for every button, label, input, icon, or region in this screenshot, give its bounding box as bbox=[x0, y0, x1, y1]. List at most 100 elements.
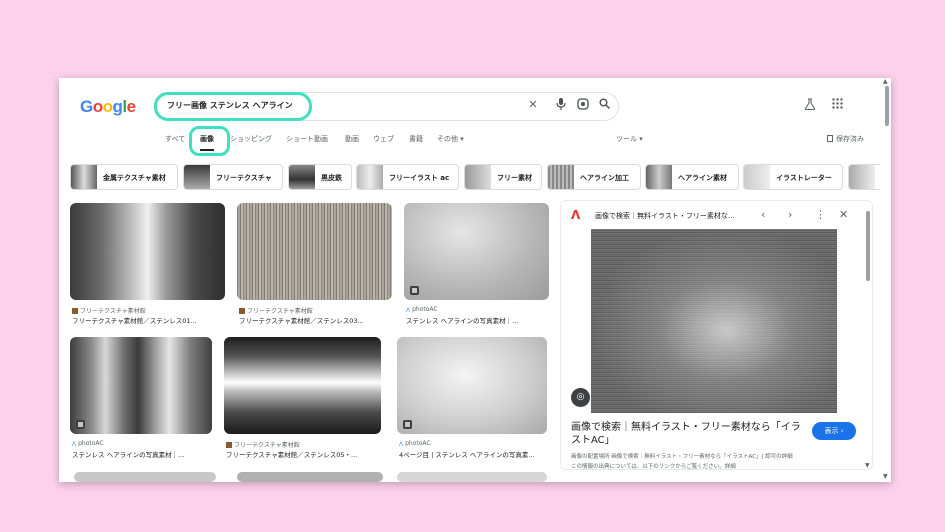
show-button[interactable]: 表示 › bbox=[812, 422, 856, 440]
image-badge-icon bbox=[410, 286, 419, 295]
google-logo[interactable]: Google bbox=[80, 97, 136, 117]
tab-books[interactable]: 書籍 bbox=[409, 134, 423, 144]
tab-all[interactable]: すべて bbox=[165, 134, 185, 144]
result-source[interactable]: フリーテクスチャ素材館 bbox=[72, 306, 146, 315]
close-icon[interactable]: ✕ bbox=[839, 208, 848, 221]
browser-window: Google フリー画像 ステンレス ヘアライン ✕ すべて 画像 ショッピング… bbox=[59, 78, 891, 482]
tab-shopping[interactable]: ショッピング bbox=[230, 134, 272, 144]
chip-label: 黒皮鉄 bbox=[321, 174, 342, 182]
image-preview-panel: Λ 画像で検索｜無料イラスト・フリー素材な... ‹ › ⋮ ✕ ◎ 画像で検索… bbox=[560, 200, 873, 470]
photoac-logo: Λ bbox=[72, 441, 77, 448]
photoac-logo: Λ bbox=[399, 441, 404, 448]
chip[interactable]: フリーテクスチャ bbox=[183, 164, 283, 190]
chip-thumbnail bbox=[184, 165, 210, 189]
image-badge-icon bbox=[76, 420, 85, 429]
chip-label: 金属テクスチャ素材 bbox=[103, 174, 166, 182]
result-thumbnail[interactable] bbox=[70, 337, 212, 434]
chip-label: フリーイラスト ac bbox=[389, 174, 450, 182]
chip[interactable] bbox=[848, 164, 880, 190]
result-source[interactable]: フリーテクスチャ素材館 bbox=[226, 440, 300, 449]
result-source[interactable]: ΛphotoAC bbox=[406, 306, 438, 314]
chip[interactable]: フリー素材 bbox=[464, 164, 542, 190]
chip[interactable]: イラストレーター bbox=[743, 164, 843, 190]
lens-icon[interactable]: ◎ bbox=[571, 388, 590, 407]
scroll-down-icon[interactable]: ▼ bbox=[865, 462, 870, 469]
panel-title[interactable]: 画像で検索｜無料イラスト・フリー素材な... bbox=[595, 211, 735, 221]
panel-heading[interactable]: 画像で検索｜無料イラスト・フリー素材なら「イラストAC」 bbox=[571, 421, 806, 447]
chip-thumbnail bbox=[357, 165, 383, 189]
chip[interactable]: フリーイラスト ac bbox=[356, 164, 459, 190]
result-thumbnail[interactable] bbox=[404, 203, 549, 300]
more-vert-icon[interactable]: ⋮ bbox=[815, 208, 826, 221]
illustac-logo: Λ bbox=[571, 208, 581, 222]
tab-highlight bbox=[189, 126, 230, 156]
photoac-logo: Λ bbox=[406, 307, 411, 314]
apps-grid-icon[interactable] bbox=[832, 98, 843, 112]
result-source[interactable]: ΛphotoAC bbox=[399, 440, 431, 448]
chip-thumbnail bbox=[289, 165, 315, 189]
mic-icon[interactable] bbox=[554, 98, 568, 112]
result-thumbnail[interactable] bbox=[397, 337, 547, 434]
result-source[interactable]: フリーテクスチャ素材館 bbox=[239, 306, 313, 315]
chip-thumbnail bbox=[465, 165, 491, 189]
flask-icon[interactable] bbox=[804, 98, 816, 113]
result-caption[interactable]: ステンレス ヘアラインの写真素材｜... bbox=[406, 315, 551, 325]
result-source-label: photoAC bbox=[412, 306, 438, 313]
result-caption[interactable]: フリーテクスチャ素材館／ステンレス05・... bbox=[226, 449, 383, 459]
close-icon[interactable]: ✕ bbox=[526, 98, 540, 112]
tab-web[interactable]: ウェブ bbox=[373, 134, 394, 144]
result-caption[interactable]: 4ページ目 | ステンレス ヘアラインの写真素... bbox=[399, 449, 549, 459]
scroll-down-icon[interactable]: ▼ bbox=[883, 473, 888, 480]
tools-button[interactable]: ツール ▾ bbox=[616, 134, 643, 144]
panel-scrollbar[interactable] bbox=[866, 211, 870, 281]
result-thumbnail[interactable] bbox=[74, 472, 216, 482]
chip[interactable]: ヘアライン素材 bbox=[645, 164, 739, 190]
chip-label: イラストレーター bbox=[776, 174, 832, 182]
saved-label: 保存済み bbox=[836, 135, 864, 143]
next-icon[interactable]: › bbox=[788, 208, 792, 221]
chip-thumbnail bbox=[646, 165, 672, 189]
result-source-label: フリーテクスチャ素材館 bbox=[80, 308, 146, 315]
panel-header: Λ 画像で検索｜無料イラスト・フリー素材な... ‹ › ⋮ ✕ bbox=[561, 201, 872, 229]
chip[interactable]: 黒皮鉄 bbox=[288, 164, 352, 190]
result-thumbnail[interactable] bbox=[397, 472, 547, 482]
chip-thumbnail bbox=[744, 165, 770, 189]
result-thumbnail[interactable] bbox=[224, 337, 381, 434]
logo-letter: e bbox=[126, 97, 136, 116]
lens-icon[interactable] bbox=[576, 98, 590, 112]
chip-thumbnail bbox=[71, 165, 97, 189]
image-badge-icon bbox=[403, 420, 412, 429]
result-thumbnail[interactable] bbox=[237, 472, 383, 482]
prev-icon[interactable]: ‹ bbox=[761, 208, 765, 221]
result-caption[interactable]: ステンレス ヘアラインの写真素材｜... bbox=[72, 449, 214, 459]
result-source-label: フリーテクスチャ素材館 bbox=[247, 308, 313, 315]
site-favicon bbox=[239, 308, 245, 314]
result-source[interactable]: ΛphotoAC bbox=[72, 440, 104, 448]
search-icon[interactable] bbox=[597, 98, 611, 112]
result-source-label: フリーテクスチャ素材館 bbox=[234, 442, 300, 449]
search-tabs: すべて 画像 ショッピング ショート動画 動画 ウェブ 書籍 その他 ▾ ツール… bbox=[59, 134, 891, 154]
result-thumbnail[interactable] bbox=[237, 203, 392, 300]
saved-button[interactable]: 保存済み bbox=[827, 134, 864, 144]
scroll-up-icon[interactable]: ▲ bbox=[883, 78, 888, 85]
panel-meta: 画像の配置場所 画像で検索｜無料イラスト・フリー素材なら「イラストAC」| 認可… bbox=[571, 454, 793, 460]
tab-short-videos[interactable]: ショート動画 bbox=[286, 134, 328, 144]
result-caption[interactable]: フリーテクスチャ素材館／ステンレス01... bbox=[72, 315, 227, 325]
site-favicon bbox=[226, 442, 232, 448]
logo-letter: g bbox=[112, 97, 123, 116]
result-thumbnail[interactable] bbox=[70, 203, 225, 300]
chip[interactable]: ヘアライン加工 bbox=[547, 164, 641, 190]
result-source-label: photoAC bbox=[78, 440, 104, 447]
preview-image[interactable] bbox=[591, 229, 837, 413]
chip-label: フリー素材 bbox=[497, 174, 532, 182]
tab-more[interactable]: その他 ▾ bbox=[437, 134, 464, 144]
chip[interactable]: 金属テクスチャ素材 bbox=[70, 164, 178, 190]
panel-meta-source[interactable]: この情報の出典については、以下のリンクからご覧ください。詳細 bbox=[571, 462, 736, 469]
result-caption[interactable]: フリーテクスチャ素材館／ステンレス03... bbox=[239, 315, 394, 325]
related-chips: 金属テクスチャ素材 フリーテクスチャ 黒皮鉄 フリーイラスト ac フリー素材 … bbox=[70, 164, 880, 190]
chip-label: フリーテクスチャ bbox=[216, 174, 272, 182]
logo-letter: G bbox=[80, 97, 93, 116]
search-query[interactable]: フリー画像 ステンレス ヘアライン bbox=[167, 100, 293, 111]
tab-videos[interactable]: 動画 bbox=[345, 134, 359, 144]
page-scrollbar[interactable] bbox=[885, 86, 889, 126]
